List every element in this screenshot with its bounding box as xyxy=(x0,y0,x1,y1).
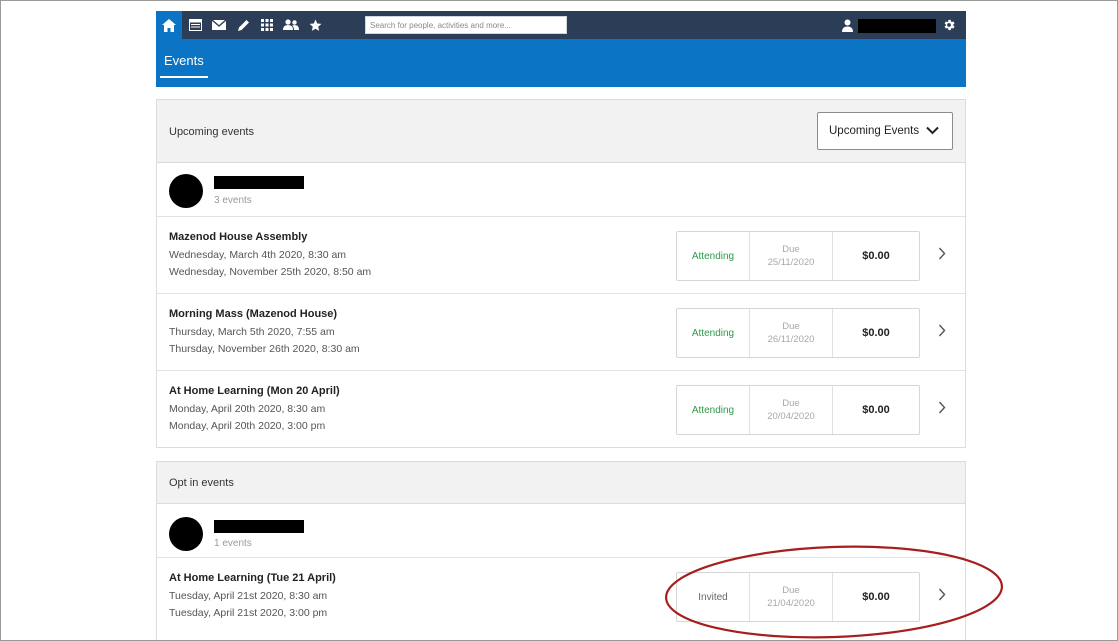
section-title: Upcoming events xyxy=(169,126,254,138)
event-end-date: Tuesday, April 21st 2020, 3:00 pm xyxy=(169,607,328,619)
event-title: Morning Mass (Mazenod House) xyxy=(169,308,338,320)
event-start-date: Thursday, March 5th 2020, 7:55 am xyxy=(169,326,335,338)
event-end-date: Wednesday, November 25th 2020, 8:50 am xyxy=(169,266,372,278)
gear-icon[interactable] xyxy=(938,11,960,39)
upcoming-events-section: Upcoming events Upcoming Events 3 events… xyxy=(156,99,966,448)
screenshot-frame: Events Upcoming events Upcoming Events 3… xyxy=(0,0,1118,641)
due-cell: Due 21/04/2020 xyxy=(750,573,833,621)
tab-events[interactable]: Events xyxy=(160,53,208,78)
chevron-right-icon[interactable] xyxy=(938,247,946,265)
mail-icon[interactable] xyxy=(208,11,230,39)
status-badge: Invited xyxy=(677,573,750,621)
due-date: 21/04/2020 xyxy=(767,598,815,609)
event-title: At Home Learning (Mon 20 April) xyxy=(169,385,340,397)
event-summary-box: Attending Due 25/11/2020 $0.00 xyxy=(676,231,920,281)
event-row[interactable]: Morning Mass (Mazenod House) Thursday, M… xyxy=(157,294,965,371)
calendar-icon[interactable] xyxy=(184,11,206,39)
due-cell: Due 25/11/2020 xyxy=(750,232,833,280)
home-icon[interactable] xyxy=(156,11,182,39)
people-icon[interactable] xyxy=(280,11,302,39)
app-window: Events Upcoming events Upcoming Events 3… xyxy=(156,11,966,640)
event-row[interactable]: At Home Learning (Tue 21 April) Tuesday,… xyxy=(157,558,965,635)
event-summary-box: Attending Due 26/11/2020 $0.00 xyxy=(676,308,920,358)
group-name-redacted xyxy=(214,176,304,189)
grid-icon[interactable] xyxy=(256,11,278,39)
user-icon[interactable] xyxy=(839,11,855,39)
group-row: 1 events xyxy=(157,504,965,558)
event-end-date: Thursday, November 26th 2020, 8:30 am xyxy=(169,343,360,355)
amount: $0.00 xyxy=(862,591,890,603)
event-summary-box: Invited Due 21/04/2020 $0.00 xyxy=(676,572,920,622)
status-badge: Attending xyxy=(677,309,750,357)
chevron-right-icon[interactable] xyxy=(938,324,946,342)
event-end-date: Monday, April 20th 2020, 3:00 pm xyxy=(169,420,326,432)
event-row[interactable]: Mazenod House Assembly Wednesday, March … xyxy=(157,217,965,294)
upcoming-events-header: Upcoming events Upcoming Events xyxy=(157,100,965,163)
page-header: Events xyxy=(156,39,966,87)
top-toolbar xyxy=(156,11,966,39)
event-filter-dropdown[interactable]: Upcoming Events xyxy=(817,112,953,150)
group-row: 3 events xyxy=(157,163,965,217)
amount: $0.00 xyxy=(862,250,890,262)
event-summary-box: Attending Due 20/04/2020 $0.00 xyxy=(676,385,920,435)
due-cell: Due 20/04/2020 xyxy=(750,386,833,434)
due-label: Due xyxy=(782,398,800,409)
event-start-date: Monday, April 20th 2020, 8:30 am xyxy=(169,403,326,415)
due-date: 25/11/2020 xyxy=(767,257,815,268)
opt-in-events-header: Opt in events xyxy=(157,462,965,504)
event-title: Mazenod House Assembly xyxy=(169,231,308,243)
due-label: Due xyxy=(782,321,800,332)
event-title: At Home Learning (Tue 21 April) xyxy=(169,572,336,584)
group-name-redacted xyxy=(214,520,304,533)
avatar xyxy=(169,517,203,551)
event-count: 3 events xyxy=(214,195,252,206)
event-count: 1 events xyxy=(214,538,252,549)
chevron-right-icon[interactable] xyxy=(938,401,946,419)
section-title: Opt in events xyxy=(169,477,234,489)
due-cell: Due 26/11/2020 xyxy=(750,309,833,357)
status-badge: Attending xyxy=(677,386,750,434)
due-date: 20/04/2020 xyxy=(767,411,815,422)
status-badge: Attending xyxy=(677,232,750,280)
pencil-icon[interactable] xyxy=(232,11,254,39)
due-label: Due xyxy=(782,585,800,596)
dropdown-label: Upcoming Events xyxy=(829,125,920,137)
event-start-date: Tuesday, April 21st 2020, 8:30 am xyxy=(169,590,328,602)
amount: $0.00 xyxy=(862,404,890,416)
event-start-date: Wednesday, March 4th 2020, 8:30 am xyxy=(169,249,347,261)
chevron-right-icon[interactable] xyxy=(938,588,946,606)
amount: $0.00 xyxy=(862,327,890,339)
chevron-down-icon xyxy=(926,126,939,138)
event-row[interactable]: At Home Learning (Mon 20 April) Monday, … xyxy=(157,371,965,448)
username-redacted xyxy=(858,19,936,33)
opt-in-events-section: Opt in events 1 events At Home Learning … xyxy=(156,461,966,640)
due-date: 26/11/2020 xyxy=(767,334,815,345)
star-icon[interactable] xyxy=(304,11,326,39)
search-input[interactable] xyxy=(365,16,567,34)
avatar xyxy=(169,174,203,208)
due-label: Due xyxy=(782,244,800,255)
